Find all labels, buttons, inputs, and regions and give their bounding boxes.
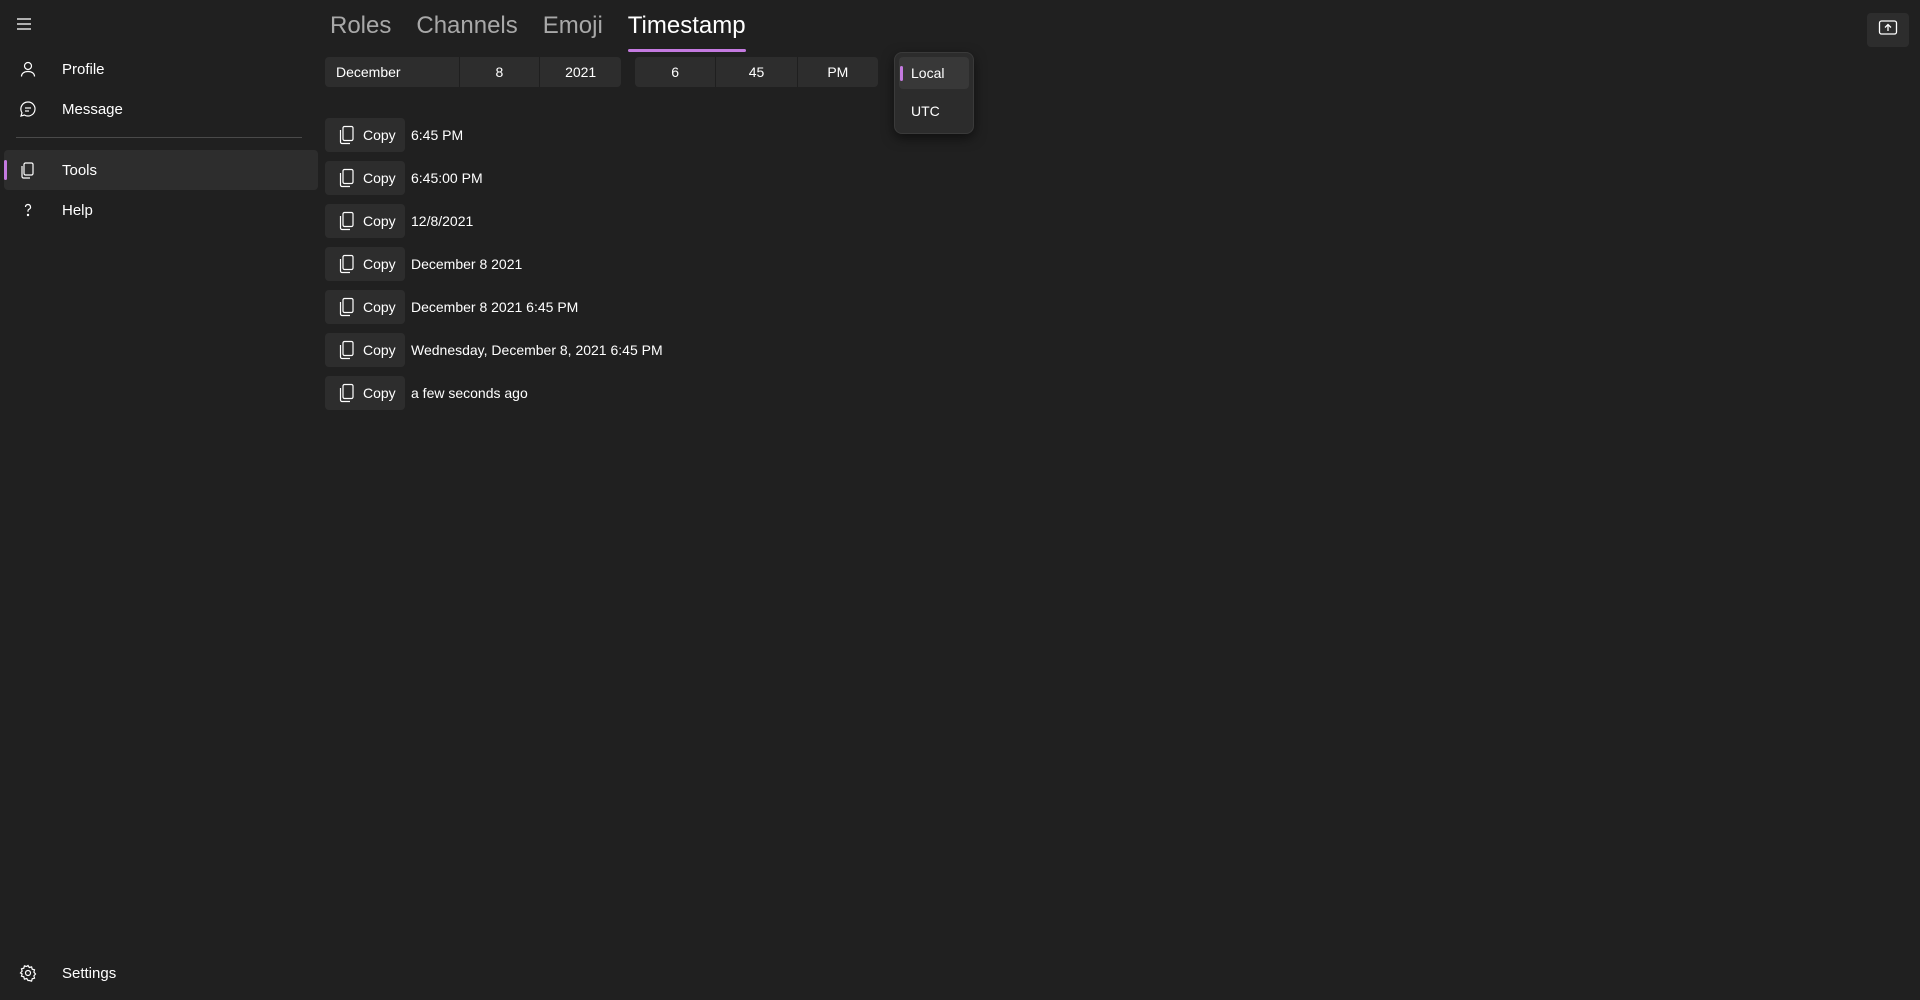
copy-button[interactable]: Copy: [325, 333, 405, 367]
copy-button-label: Copy: [363, 342, 396, 358]
sidebar-item-profile[interactable]: Profile: [4, 49, 318, 89]
copy-icon: [337, 297, 357, 317]
copy-icon: [337, 211, 357, 231]
copy-button[interactable]: Copy: [325, 118, 405, 152]
list-item: Copy 6:45 PM: [325, 118, 463, 152]
copy-button[interactable]: Copy: [325, 247, 405, 281]
copy-button-label: Copy: [363, 127, 396, 143]
sidebar-item-tools[interactable]: Tools: [4, 150, 318, 190]
sidebar-divider: [16, 137, 302, 138]
list-item: Copy Wednesday, December 8, 2021 6:45 PM: [325, 333, 663, 367]
hamburger-menu-icon[interactable]: [12, 12, 36, 36]
sidebar-item-label: Settings: [62, 964, 117, 982]
timezone-option-label: Local: [911, 65, 945, 81]
year-field[interactable]: 2021: [540, 57, 621, 87]
month-field[interactable]: December: [325, 57, 460, 87]
copy-button-label: Copy: [363, 256, 396, 272]
sidebar-item-label: Message: [62, 100, 123, 118]
sidebar-item-label: Tools: [62, 161, 98, 179]
day-field[interactable]: 8: [460, 57, 541, 87]
timestamp-format-text: Wednesday, December 8, 2021 6:45 PM: [411, 342, 663, 358]
question-icon: [16, 198, 40, 222]
date-picker[interactable]: December 8 2021: [325, 57, 621, 87]
copy-button[interactable]: Copy: [325, 204, 405, 238]
copy-button-label: Copy: [363, 213, 396, 229]
hour-field[interactable]: 6: [635, 57, 717, 87]
period-field[interactable]: PM: [798, 57, 878, 87]
tab-emoji[interactable]: Emoji: [543, 12, 603, 52]
copy-button[interactable]: Copy: [325, 376, 405, 410]
tab-roles[interactable]: Roles: [330, 12, 391, 52]
list-item: Copy a few seconds ago: [325, 376, 528, 410]
copy-button-label: Copy: [363, 299, 396, 315]
person-icon: [16, 57, 40, 81]
sidebar: Profile Message Tools Help Settings: [0, 0, 320, 1000]
copy-button-label: Copy: [363, 170, 396, 186]
tab-channels[interactable]: Channels: [416, 12, 517, 52]
timezone-option-utc[interactable]: UTC: [899, 95, 969, 127]
chat-icon: [16, 97, 40, 121]
timestamp-format-text: 6:45:00 PM: [411, 170, 483, 186]
list-item: Copy December 8 2021: [325, 247, 522, 281]
tab-timestamp[interactable]: Timestamp: [627, 12, 746, 52]
selection-indicator: [4, 160, 7, 180]
sidebar-item-help[interactable]: Help: [4, 190, 318, 230]
timezone-option-local[interactable]: Local: [899, 57, 969, 89]
time-picker[interactable]: 6 45 PM: [635, 57, 878, 87]
copy-button[interactable]: Copy: [325, 290, 405, 324]
copy-icon: [337, 383, 357, 403]
timezone-dropdown: Local UTC: [894, 52, 974, 134]
list-item: Copy December 8 2021 6:45 PM: [325, 290, 578, 324]
copy-button[interactable]: Copy: [325, 161, 405, 195]
sidebar-item-label: Profile: [62, 60, 105, 78]
tab-bar: Roles Channels Emoji Timestamp: [330, 12, 771, 52]
timestamp-format-text: December 8 2021 6:45 PM: [411, 299, 579, 315]
copy-icon: [337, 125, 357, 145]
list-item: Copy 6:45:00 PM: [325, 161, 483, 195]
copy-icon: [337, 168, 357, 188]
copy-button-label: Copy: [363, 385, 396, 401]
copy-icon: [16, 158, 40, 182]
sidebar-item-settings[interactable]: Settings: [4, 953, 318, 993]
copy-icon: [337, 340, 357, 360]
timestamp-format-text: a few seconds ago: [411, 385, 528, 401]
list-item: Copy 12/8/2021: [325, 204, 473, 238]
share-button[interactable]: [1867, 13, 1909, 47]
timestamp-format-text: December 8 2021: [411, 256, 523, 272]
selection-indicator: [900, 66, 903, 81]
timestamp-format-text: 6:45 PM: [411, 127, 464, 143]
timestamp-format-text: 12/8/2021: [411, 213, 474, 229]
sidebar-item-label: Help: [62, 201, 93, 219]
timezone-option-label: UTC: [911, 103, 940, 119]
gear-icon: [16, 961, 40, 985]
sidebar-item-message[interactable]: Message: [4, 89, 318, 129]
copy-icon: [337, 254, 357, 274]
upload-icon: [1878, 19, 1898, 42]
minute-field[interactable]: 45: [716, 57, 798, 87]
